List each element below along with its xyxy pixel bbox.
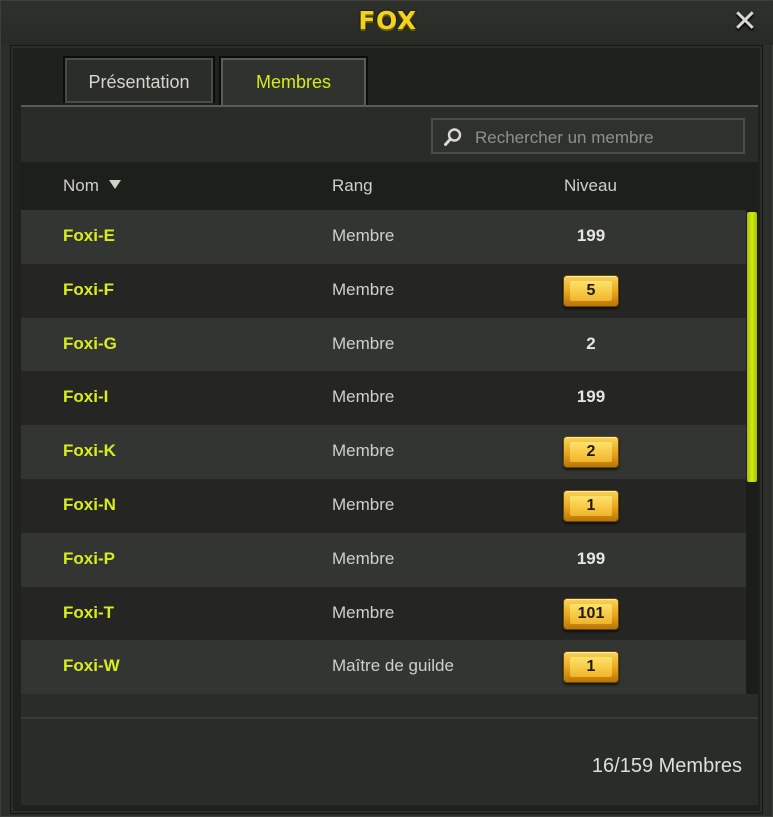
members-list: Foxi-E Membre 199 Foxi-F Membre 5 Foxi-G Membre… xyxy=(21,210,746,694)
table-header: Nom Rang Niveau xyxy=(21,162,758,210)
close-icon[interactable]: ✕ xyxy=(730,7,760,37)
table-row[interactable]: Foxi-I Membre 199 xyxy=(21,371,746,426)
member-rank: Maître de guilde xyxy=(332,656,454,676)
tab-presentation-label: Présentation xyxy=(88,72,190,92)
tab-presentation[interactable]: Présentation xyxy=(63,56,215,103)
member-name[interactable]: Foxi-W xyxy=(63,656,120,676)
member-rank: Membre xyxy=(332,279,395,299)
table-row[interactable]: Foxi-G Membre 2 xyxy=(21,317,746,372)
member-name[interactable]: Foxi-G xyxy=(63,334,117,354)
level-badge: 101 xyxy=(563,597,619,630)
table-row[interactable]: Foxi-N Membre 1 xyxy=(21,478,746,533)
table-row[interactable]: Foxi-P Membre 199 xyxy=(21,532,746,587)
member-level: 199 xyxy=(576,548,606,568)
member-rank: Membre xyxy=(332,494,395,514)
member-name[interactable]: Foxi-T xyxy=(63,603,114,623)
table-row[interactable]: Foxi-W Maître de guilde 1 xyxy=(21,640,746,694)
member-rank: Membre xyxy=(332,387,395,407)
member-level: 1 xyxy=(570,495,612,516)
level-badge: 2 xyxy=(563,436,619,469)
window-title: FOX xyxy=(358,6,417,35)
level-badge: 5 xyxy=(563,274,619,307)
member-rank: Membre xyxy=(332,602,395,622)
title-bar: FOX ✕ xyxy=(1,1,773,45)
column-header-level[interactable]: Niveau xyxy=(564,176,617,196)
member-name[interactable]: Foxi-K xyxy=(63,441,116,461)
member-level: 1 xyxy=(570,657,612,678)
table-row[interactable]: Foxi-K Membre 2 xyxy=(21,425,746,479)
column-header-rank[interactable]: Rang xyxy=(332,176,373,196)
search-placeholder: Rechercher un membre xyxy=(475,128,654,147)
column-header-name-label: Nom xyxy=(63,176,99,195)
member-rank: Membre xyxy=(332,333,395,353)
table-row[interactable]: Foxi-F Membre 5 xyxy=(21,263,746,318)
member-level: 199 xyxy=(576,387,606,407)
member-level: 101 xyxy=(570,603,612,624)
member-name[interactable]: Foxi-F xyxy=(63,280,114,300)
member-name[interactable]: Foxi-I xyxy=(63,387,108,407)
member-name[interactable]: Foxi-E xyxy=(63,226,115,246)
column-header-name[interactable]: Nom xyxy=(63,176,121,196)
level-badge: 1 xyxy=(563,651,619,684)
search-icon xyxy=(444,128,462,146)
member-name[interactable]: Foxi-N xyxy=(63,495,116,515)
scrollbar-thumb[interactable] xyxy=(747,212,757,482)
member-level: 2 xyxy=(570,442,612,463)
member-rank: Membre xyxy=(332,226,395,245)
sort-down-icon xyxy=(108,180,121,189)
tab-membres[interactable]: Membres xyxy=(219,56,368,108)
member-count: 16/159 Membres xyxy=(591,755,742,777)
guild-window: FOX ✕ Présentation Membres Rechercher un… xyxy=(0,0,773,817)
table-row[interactable]: Foxi-T Membre 101 xyxy=(21,586,746,641)
member-level: 199 xyxy=(576,226,606,245)
member-level: 2 xyxy=(586,333,596,353)
member-name[interactable]: Foxi-P xyxy=(63,549,115,569)
table-row[interactable]: Foxi-E Membre 199 xyxy=(21,210,746,264)
member-rank: Membre xyxy=(332,548,395,568)
member-rank: Membre xyxy=(332,441,395,461)
member-level: 5 xyxy=(570,280,612,301)
search-input[interactable]: Rechercher un membre xyxy=(431,118,745,154)
tab-membres-label: Membres xyxy=(255,72,331,92)
level-badge: 1 xyxy=(563,489,619,522)
